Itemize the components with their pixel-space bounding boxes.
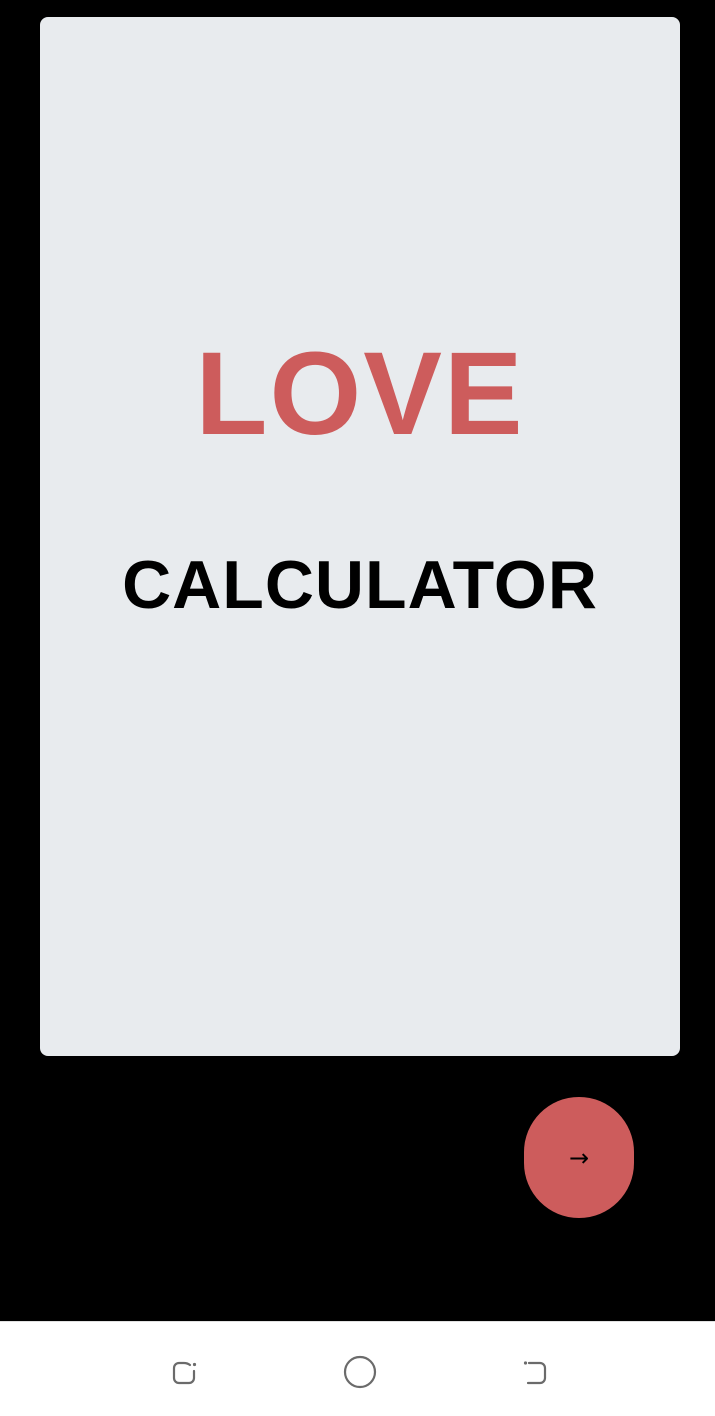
splash-card: LOVE CALCULATOR <box>40 17 680 1056</box>
home-icon[interactable] <box>340 1352 380 1392</box>
recent-apps-icon[interactable] <box>164 1352 204 1392</box>
title-calculator: CALCULATOR <box>122 547 598 623</box>
next-button[interactable]: → <box>524 1097 634 1218</box>
system-navigation-bar <box>0 1321 715 1416</box>
arrow-right-icon: → <box>568 1143 590 1172</box>
title-love: LOVE <box>195 328 525 460</box>
app-screen: LOVE CALCULATOR → <box>0 0 715 1416</box>
back-icon[interactable] <box>515 1352 555 1392</box>
